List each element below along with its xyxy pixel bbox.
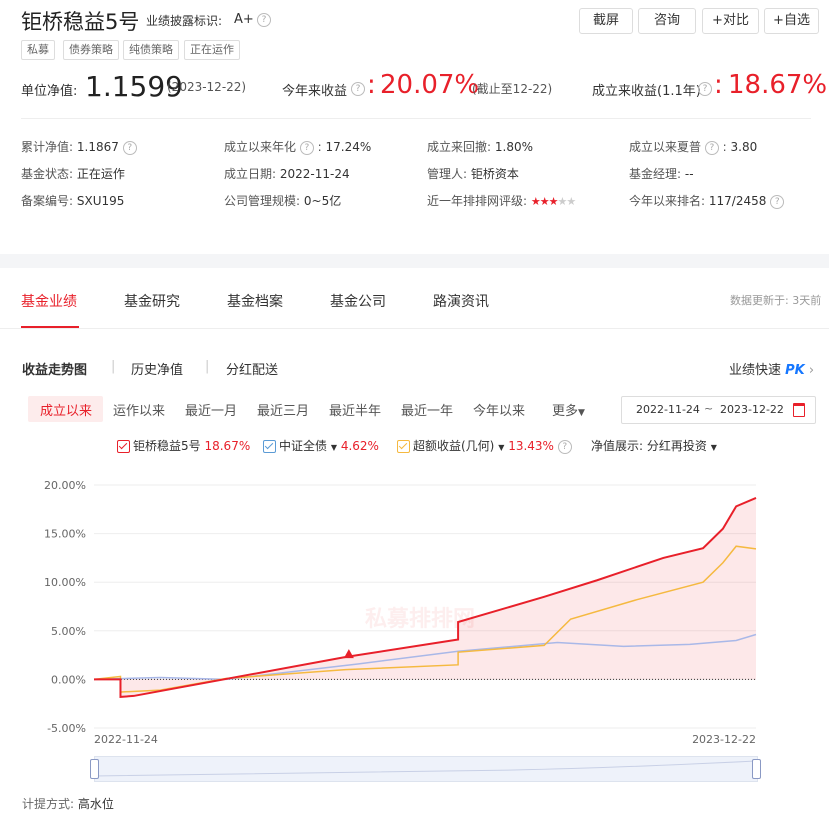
help-icon[interactable]: ? (557, 439, 572, 454)
ytd-rank: 今年以来排名: 117/2458 ? (629, 192, 785, 209)
compare-button[interactable]: +对比 (702, 8, 759, 34)
registration: 备案编号: SXU195 (21, 194, 125, 208)
checkbox-icon (263, 440, 276, 453)
event-marker-icon (343, 649, 354, 659)
drawdown: 成立来回撤: 1.80% (427, 140, 533, 154)
fund-manager: 基金经理: -- (629, 167, 694, 181)
company-scale: 公司管理规模: 0~5亿 (224, 194, 342, 208)
caret-down-icon: ▼ (498, 443, 505, 452)
separator: | (111, 359, 116, 374)
sharpe: 成立以来夏普 ? : 3.80 (629, 140, 758, 155)
y-tick-label: 5.00% (51, 625, 86, 638)
tag-private: 私募 (21, 40, 55, 60)
since-colon: : (714, 70, 723, 100)
screenshot-button[interactable]: 截屏 (579, 8, 633, 34)
series-fund-area (94, 497, 756, 697)
caret-down-icon: ▼ (710, 443, 717, 452)
ytd-label: 今年来收益 (282, 84, 348, 99)
subtab-dividend[interactable]: 分红配送 (226, 359, 278, 378)
caret-down-icon: ▼ (578, 408, 585, 418)
disclosure-label: 业绩披露标识: (146, 14, 223, 28)
calendar-icon[interactable] (793, 403, 805, 417)
help-icon[interactable]: ? (698, 82, 712, 96)
since-label: 成立来收益(1.1年) (592, 84, 701, 99)
nav-mode-select[interactable]: 净值展示: 分红再投资 ▼ (591, 437, 717, 454)
legend-index[interactable]: 中证全债 ▼ 4.62% (263, 437, 379, 454)
date-start[interactable]: 2022-11-24 (636, 403, 700, 416)
range-3m[interactable]: 最近三月 (257, 400, 309, 419)
tag-bond-strategy: 债券策略 (63, 40, 119, 60)
tab-archive[interactable]: 基金档案 (227, 291, 283, 311)
rating: 近一年排排网评级: ★★★★★ (427, 194, 576, 208)
date-end[interactable]: 2023-12-22 (720, 403, 784, 416)
range-more-dropdown[interactable]: 更多▼ (552, 400, 585, 419)
tab-research[interactable]: 基金研究 (124, 291, 180, 311)
help-icon[interactable]: ? (299, 140, 314, 155)
y-tick-label: 20.00% (44, 479, 86, 492)
establish-date: 成立日期: 2022-11-24 (224, 167, 350, 181)
y-tick-label: 15.00% (44, 528, 86, 541)
manager-link[interactable]: 钜桥资本 (471, 167, 519, 181)
disclosure-value: A+ (234, 12, 254, 27)
range-6m[interactable]: 最近半年 (329, 400, 381, 419)
manager: 管理人: 钜桥资本 (427, 167, 519, 181)
caret-down-icon: ▼ (330, 443, 337, 452)
tag-pure-bond: 纯债策略 (123, 40, 179, 60)
cum-nav: 累计净值: 1.1867 ? (21, 138, 137, 155)
fee-method: 计提方式: 高水位 (22, 797, 114, 811)
x-tick-label: 2023-12-22 (692, 733, 756, 746)
ytd-note: (截止至12-22) (472, 82, 553, 96)
legend-excess[interactable]: 超额收益(几何) ▼ 13.43% ? (397, 437, 572, 454)
separator: | (205, 359, 210, 374)
chevron-right-icon: › (808, 363, 815, 378)
since-value: 18.67% (728, 70, 828, 100)
range-ytd[interactable]: 今年以来 (473, 400, 525, 419)
checkbox-icon (397, 440, 410, 453)
date-tilde: ~ (704, 402, 714, 415)
ytd-colon: : (367, 70, 376, 100)
range-1y[interactable]: 最近一年 (401, 400, 453, 419)
consult-button[interactable]: 咨询 (638, 8, 696, 34)
divider (21, 118, 811, 119)
y-tick-label: 0.00% (51, 673, 86, 686)
fund-header-card (0, 0, 829, 254)
checkbox-icon (117, 440, 130, 453)
tab-company[interactable]: 基金公司 (330, 291, 386, 311)
zoom-handle-right[interactable] (752, 759, 761, 779)
range-1m[interactable]: 最近一月 (185, 400, 237, 419)
help-icon[interactable]: ? (351, 82, 365, 96)
help-icon[interactable]: ? (122, 140, 137, 155)
range-since-operation[interactable]: 运作以来 (113, 400, 165, 419)
y-tick-label: 10.00% (44, 576, 86, 589)
subtab-history-nav[interactable]: 历史净值 (131, 359, 183, 378)
favorite-button[interactable]: +自选 (764, 8, 819, 34)
help-icon[interactable]: ? (704, 140, 719, 155)
tab-roadshow[interactable]: 路演资讯 (433, 291, 489, 311)
annualized: 成立以来年化 ? : 17.24% (224, 140, 372, 155)
legend-fund[interactable]: 钜桥稳益5号 18.67% (117, 437, 250, 454)
fund-name: 钜桥稳益5号 (21, 10, 140, 34)
ytd-value: 20.07% (380, 70, 480, 100)
subtab-return-trend[interactable]: 收益走势图 (22, 359, 87, 378)
nav-label: 单位净值: (21, 84, 78, 99)
nav-date: (2023-12-22) (167, 80, 247, 94)
range-since-inception[interactable]: 成立以来 (40, 400, 92, 419)
quick-compare-link[interactable]: 业绩快速 PK › (729, 359, 814, 378)
help-icon[interactable]: ? (770, 194, 785, 209)
fund-status: 基金状态: 正在运作 (21, 167, 125, 181)
zoom-handle-left[interactable] (90, 759, 99, 779)
rating-stars: ★★★★★ (530, 195, 576, 208)
x-tick-label: 2022-11-24 (94, 733, 158, 746)
return-trend-chart[interactable]: 20.00% 15.00% 10.00% 5.00% 0.00% -5.00% 2022-1… (0, 470, 829, 750)
tag-status: 正在运作 (184, 40, 240, 60)
tab-performance[interactable]: 基金业绩 (21, 291, 77, 311)
update-note: 数据更新于: 3天前 (730, 294, 822, 307)
help-icon[interactable]: ? (257, 13, 271, 27)
zoom-slider-preview (94, 760, 756, 777)
divider (0, 328, 829, 329)
y-tick-label: -5.00% (47, 722, 86, 735)
